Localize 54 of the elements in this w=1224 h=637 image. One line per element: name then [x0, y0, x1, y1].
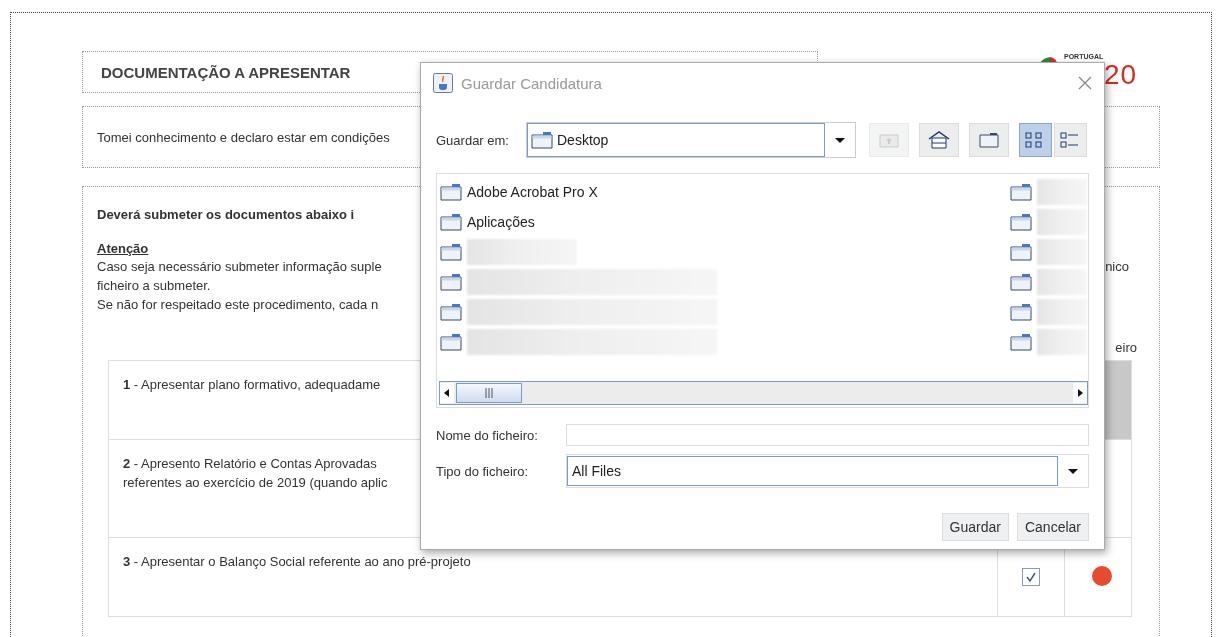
- folder-icon: [440, 213, 462, 231]
- instruction-text: nico: [1105, 258, 1129, 276]
- section-title: DOCUMENTAÇÃO A APRESENTAR: [101, 63, 351, 81]
- close-icon[interactable]: [1078, 76, 1092, 90]
- left-arrow-icon: [442, 388, 452, 398]
- folder-icon: [440, 303, 462, 321]
- save-in-label: Guardar em:: [436, 132, 509, 148]
- down-arrow-icon: [1068, 466, 1078, 476]
- dialog-button[interactable]: Guardar: [941, 513, 1009, 541]
- instruction-text: Se não for respeitado este procedimento, cada n: [97, 296, 379, 314]
- home-button[interactable]: [919, 123, 959, 157]
- folder-icon: [1010, 243, 1032, 261]
- folder-icon: [1010, 273, 1032, 291]
- down-arrow-icon: [835, 135, 845, 145]
- checkbox[interactable]: [1022, 568, 1041, 586]
- instruction-text: ficheiro a submeter.: [97, 277, 211, 295]
- folder-icon: [440, 333, 462, 351]
- dialog-button[interactable]: Cancelar: [1016, 513, 1089, 541]
- folder-icon: [1010, 303, 1032, 321]
- details-button[interactable]: [1054, 123, 1087, 157]
- grip-icon: [485, 388, 493, 398]
- checkmark-icon: [1025, 571, 1038, 583]
- home-icon: [926, 128, 952, 152]
- list-button[interactable]: [1019, 123, 1052, 157]
- right-arrow-icon: [1075, 388, 1085, 398]
- folder-icon: [531, 131, 553, 149]
- declaration-text: Tomei conhecimento e declaro estar em condições: [97, 129, 390, 145]
- blurred-name: [1037, 179, 1087, 205]
- file-name-field[interactable]: [566, 424, 1089, 446]
- new-folder-button[interactable]: [969, 123, 1009, 157]
- folder-icon: [1010, 213, 1032, 231]
- logo-text: 20: [1104, 59, 1138, 91]
- folder-icon: [1010, 333, 1032, 351]
- blurred-name: [1037, 329, 1087, 355]
- folder-icon: [1010, 183, 1032, 201]
- blurred-name: [1037, 209, 1087, 235]
- folder-icon: [440, 183, 462, 201]
- horizontal-scrollbar[interactable]: [439, 381, 1088, 405]
- blurred-name: [1037, 269, 1087, 295]
- instruction-text: Caso seja necessário submeter informação suple: [97, 258, 382, 276]
- folder-item[interactable]: Adobe Acrobat Pro X: [437, 177, 1007, 207]
- folder-icon: [440, 273, 462, 291]
- blurred-name: [1037, 239, 1087, 265]
- column-heading: eiro: [1115, 340, 1137, 356]
- folder-item[interactable]: Aplicações: [437, 207, 1007, 237]
- blurred-name: [1037, 299, 1087, 325]
- java-cup-icon: [433, 73, 453, 93]
- instructions-heading: Deverá submeter os documentos abaixo i: [97, 207, 355, 223]
- file-type-label: Tipo do ficheiro:: [436, 463, 529, 479]
- location-dropdown[interactable]: Desktop: [526, 122, 856, 158]
- file-type-dropdown[interactable]: All Files: [566, 454, 1089, 488]
- folder-icon: [440, 243, 462, 261]
- attention-label: Atenção: [97, 241, 149, 256]
- dialog-title: Guardar Candidatura: [461, 74, 602, 92]
